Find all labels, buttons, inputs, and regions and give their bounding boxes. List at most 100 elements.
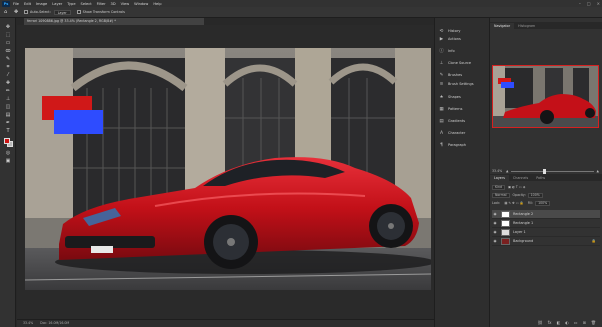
lock-icons[interactable]: ▦ ✎ ✥ ▭ 🔒 (504, 201, 523, 205)
home-icon[interactable]: ⌂ (4, 9, 10, 15)
menu-3d[interactable]: 3D (111, 2, 116, 6)
quick-mask-icon[interactable]: ◎ (3, 150, 13, 157)
eyedropper-icon[interactable]: ⁄ (3, 72, 13, 79)
layer-row-background[interactable]: ◉ Background 🔒 (492, 237, 600, 246)
zoom-slider-knob[interactable] (542, 168, 546, 174)
navigator-preview (493, 66, 598, 127)
lock-icon: 🔒 (591, 239, 596, 243)
layer-name: Rectangle 1 (513, 221, 534, 225)
menu-window[interactable]: Window (134, 2, 148, 6)
tab-paths[interactable]: Paths (532, 175, 549, 181)
layers-panel-tabs: Layers Channels Paths (490, 174, 602, 181)
add-mask-icon[interactable]: ◧ (557, 320, 561, 326)
blend-mode-dropdown[interactable]: Normal (492, 192, 510, 198)
navigator-zoom-value: 33.4% (492, 169, 503, 173)
type-icon[interactable]: T (3, 128, 13, 135)
eye-icon[interactable]: ◉ (492, 230, 498, 234)
artboard-icon[interactable]: ⬚ (3, 32, 13, 39)
zoom-out-icon[interactable]: ▲ (506, 169, 508, 173)
quick-select-icon[interactable]: ✎ (3, 56, 13, 63)
brush-icon[interactable]: ✏ (3, 88, 13, 95)
layer-style-icon[interactable]: fx (548, 320, 552, 326)
document-canvas[interactable] (25, 48, 431, 290)
layer-filter-row: Kind ▣ ◐ T ▭ ◈ (492, 184, 600, 190)
opacity-label: Opacity: (512, 193, 526, 197)
zoom-in-icon[interactable]: ▲ (597, 169, 599, 173)
auto-select-label: Auto-Select: (30, 10, 51, 14)
dock-patterns[interactable]: ▦ Patterns (439, 106, 462, 112)
dock-paragraph[interactable]: ¶ Paragraph (439, 142, 466, 148)
menu-layer[interactable]: Layer (52, 2, 62, 6)
adjustment-layer-icon[interactable]: ◐ (565, 320, 569, 326)
opacity-input[interactable]: 100% (527, 192, 543, 198)
dock-info[interactable]: ⓘ Info (439, 48, 454, 54)
auto-select-checkbox[interactable] (24, 10, 28, 14)
menu-select[interactable]: Select (81, 2, 92, 6)
pen-icon[interactable]: ✒ (3, 120, 13, 127)
move-tool-icon[interactable]: ✥ (14, 9, 20, 15)
document-tab[interactable]: ferrari 1090886.jpg @ 33.4% (Rectangle 2… (24, 18, 204, 25)
tab-histogram[interactable]: Histogram (514, 23, 539, 29)
fill-input[interactable]: 100% (535, 200, 551, 206)
navigator-zoom-slider[interactable] (511, 168, 594, 174)
gradient-icon[interactable]: ▤ (3, 112, 13, 119)
layer-row-layer-1[interactable]: ◉ Layer 1 (492, 228, 600, 237)
new-group-icon[interactable]: ▭ (574, 320, 578, 326)
menu-type[interactable]: Type (67, 2, 75, 6)
eye-icon[interactable]: ◉ (492, 221, 498, 225)
menu-edit[interactable]: Edit (24, 2, 31, 6)
lasso-icon[interactable]: ꝏ (3, 48, 13, 55)
eraser-icon[interactable]: ◫ (3, 104, 13, 111)
patterns-icon: ▦ (439, 106, 444, 112)
tab-channels[interactable]: Channels (509, 175, 532, 181)
photoshop-logo: Ps (2, 0, 10, 7)
dock-history[interactable]: ⟲ History (439, 28, 461, 34)
photoshop-window: Ps File Edit Image Layer Type Select Fil… (0, 0, 602, 327)
menu-view[interactable]: View (121, 2, 130, 6)
clone-stamp-icon[interactable]: ⊥ (3, 96, 13, 103)
move-icon[interactable]: ✥ (3, 24, 13, 31)
tab-layers[interactable]: Layers (490, 175, 509, 181)
menu-filter[interactable]: Filter (97, 2, 106, 6)
menu-file[interactable]: File (13, 2, 19, 6)
minimize-button[interactable]: – (579, 1, 581, 6)
layer-kind-filter[interactable]: Kind (492, 184, 506, 190)
dock-gradients[interactable]: ▤ Gradients (439, 118, 465, 124)
tab-navigator[interactable]: Navigator (490, 23, 515, 29)
menu-bar: Ps File Edit Image Layer Type Select Fil… (0, 0, 602, 7)
auto-select-dropdown[interactable]: Layer (53, 9, 71, 15)
lock-label: Lock: (492, 201, 501, 205)
shapes-icon: ★ (439, 94, 444, 100)
delete-layer-icon[interactable]: 🗑 (591, 320, 596, 326)
maximize-button[interactable]: □ (587, 1, 591, 6)
transform-controls-checkbox[interactable] (76, 10, 81, 14)
screen-mode-icon[interactable]: ▣ (3, 158, 13, 165)
marquee-icon[interactable]: ▭ (3, 40, 13, 47)
new-layer-icon[interactable]: ⊞ (583, 320, 586, 326)
status-zoom: 33.4% (23, 321, 34, 325)
dock-brushes[interactable]: ✎ Brushes (439, 72, 462, 78)
layer-row-rectangle-2[interactable]: ◉ Rectangle 2 (492, 210, 600, 219)
close-button[interactable]: × (597, 1, 600, 6)
layers-footer-buttons: ⛓ fx ◧ ◐ ▭ ⊞ 🗑 (492, 320, 600, 326)
link-layers-icon[interactable]: ⛓ (538, 320, 543, 326)
brushes-icon: ✎ (439, 72, 444, 78)
dock-brush-settings[interactable]: ≋ Brush Settings (439, 81, 474, 87)
info-icon: ⓘ (439, 48, 444, 54)
eye-icon[interactable]: ◉ (492, 239, 498, 243)
layer-row-rectangle-1[interactable]: ◉ Rectangle 1 (492, 219, 600, 228)
dock-shapes[interactable]: ★ Shapes (439, 94, 460, 100)
menu-image[interactable]: Image (36, 2, 47, 6)
history-icon: ⟲ (439, 28, 444, 34)
crop-icon[interactable]: ⌗ (3, 64, 13, 71)
rectangle-2-shape[interactable] (54, 110, 103, 134)
dock-actions[interactable]: ▶ Actions (439, 36, 461, 42)
foreground-color-swatch[interactable] (4, 138, 10, 144)
menu-help[interactable]: Help (153, 2, 161, 6)
dock-clone-source[interactable]: ⊥ Clone Source (439, 60, 472, 66)
healing-brush-icon[interactable]: ✚ (3, 80, 13, 87)
eye-icon[interactable]: ◉ (492, 212, 498, 216)
dock-character[interactable]: A Character (439, 130, 465, 136)
navigator-thumbnail[interactable] (492, 65, 599, 128)
filter-icons[interactable]: ▣ ◐ T ▭ ◈ (508, 185, 525, 189)
